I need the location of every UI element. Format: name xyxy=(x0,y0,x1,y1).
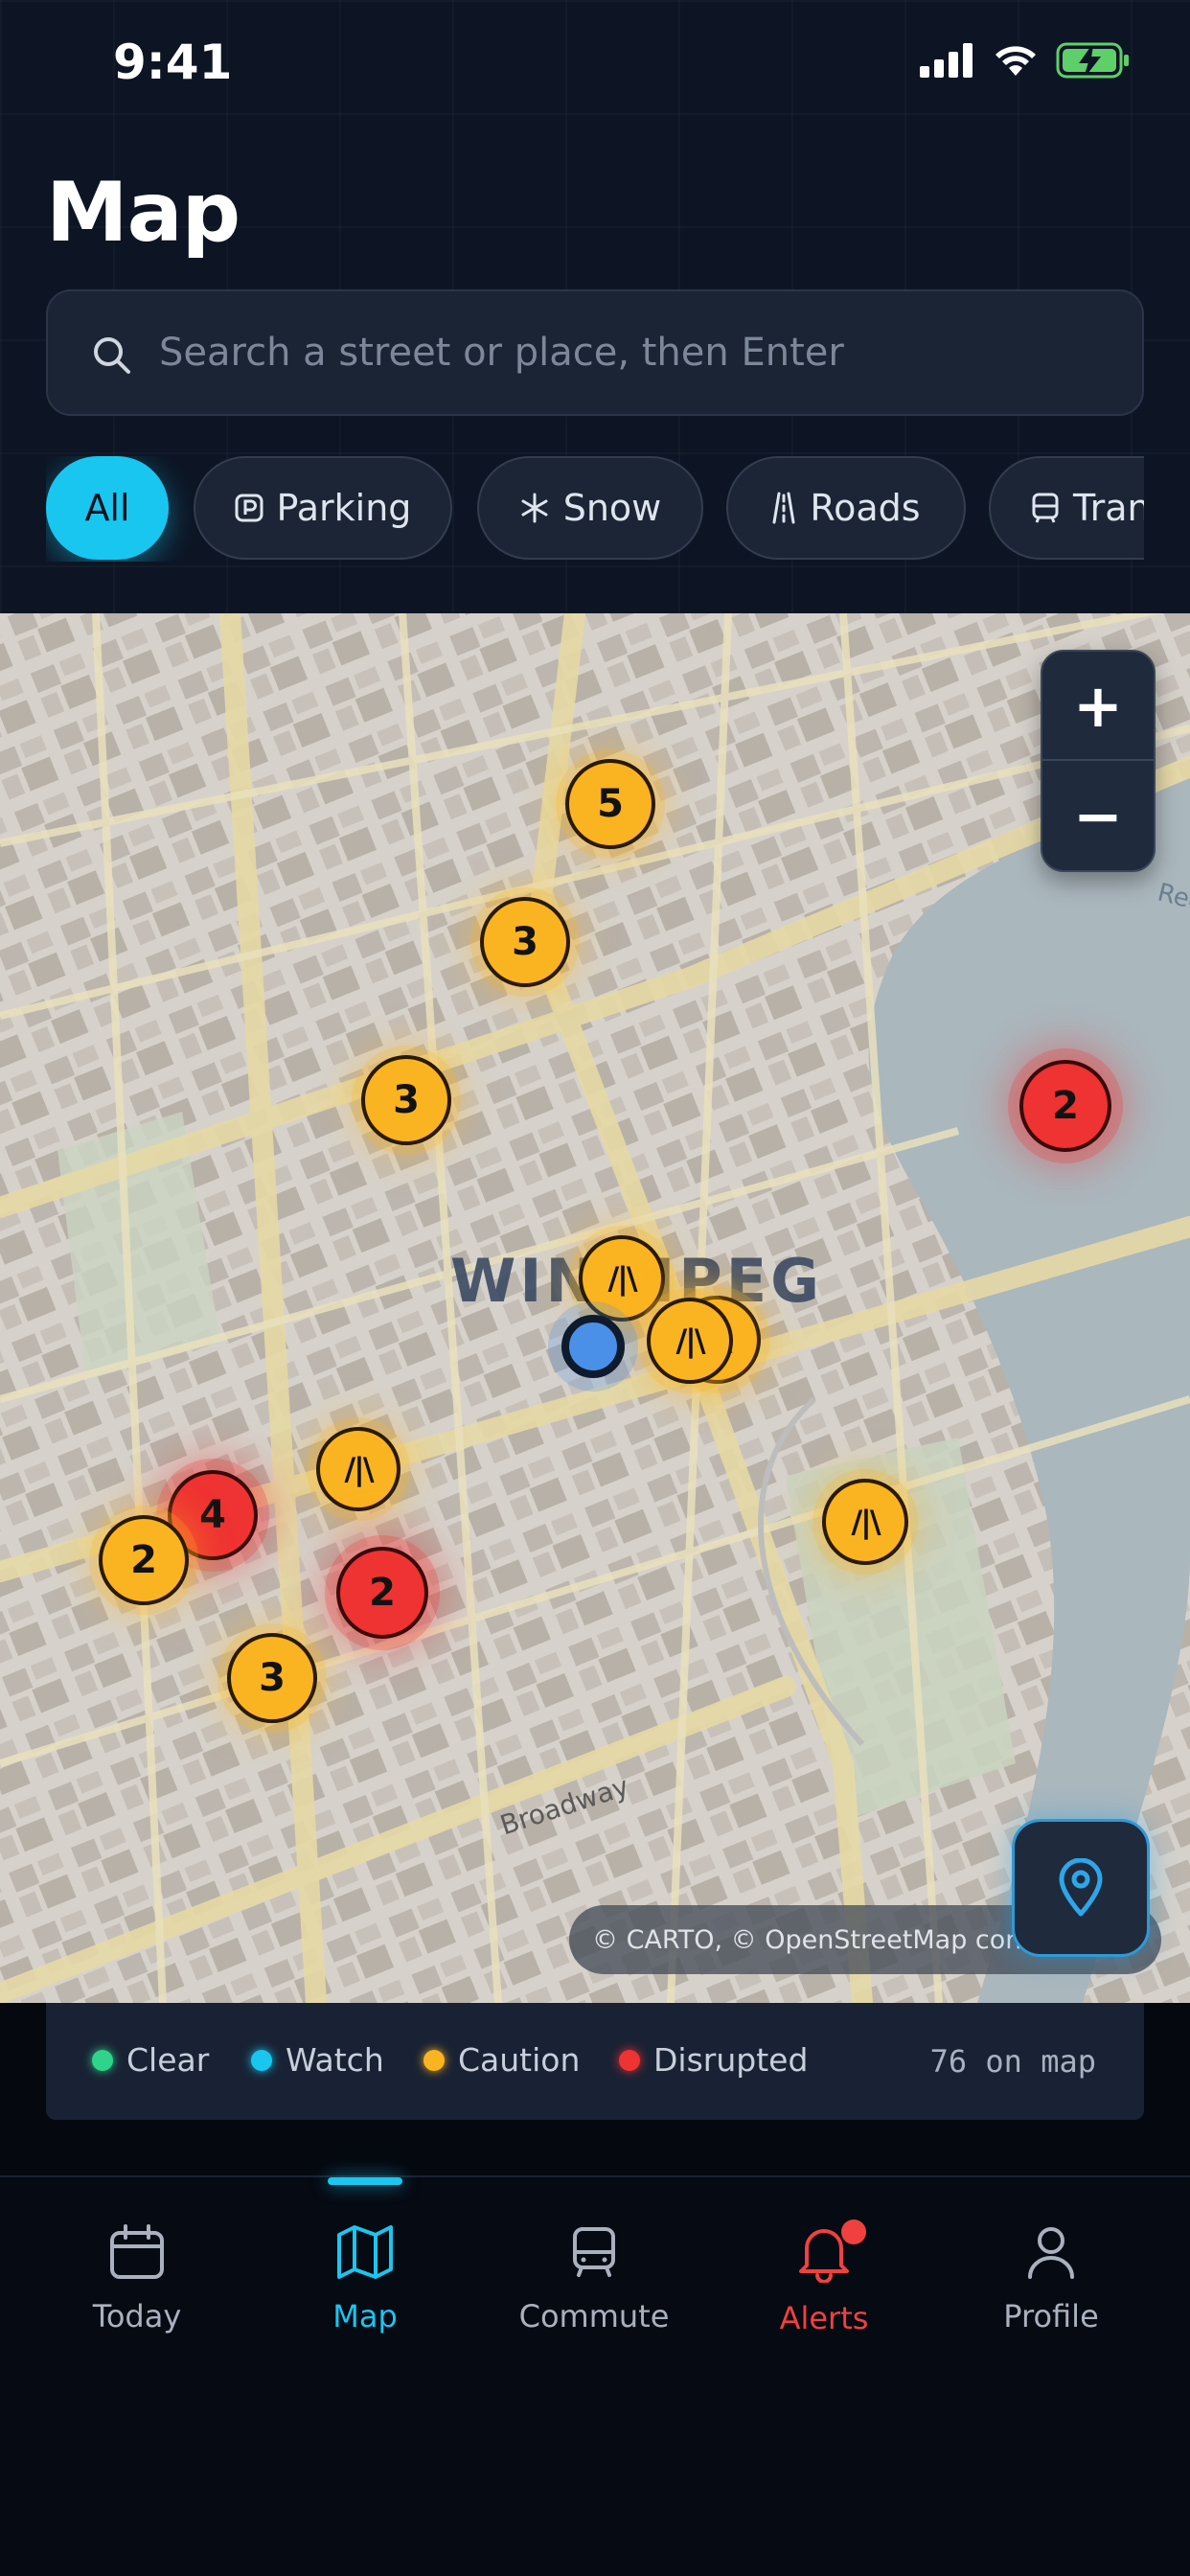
marker-label: /|\ xyxy=(344,1451,374,1487)
filter-chip-snow[interactable]: Snow xyxy=(477,456,703,560)
marker-label: 2 xyxy=(130,1538,157,1582)
alert-badge xyxy=(841,2220,866,2244)
legend-dot xyxy=(92,2049,113,2071)
tab-profile[interactable]: Profile xyxy=(955,2223,1147,2358)
page-title: Map xyxy=(46,165,240,261)
map-marker-road[interactable]: /|\ xyxy=(579,1235,665,1322)
marker-label: 3 xyxy=(512,920,538,964)
filter-chip-label: Parking xyxy=(276,487,412,529)
filter-chip-label: Roads xyxy=(810,487,921,529)
user-location-dot xyxy=(561,1315,625,1378)
legend-item-caution: Caution xyxy=(423,2041,580,2079)
legend-count: 76 on map xyxy=(929,2043,1096,2080)
map-marker-cluster[interactable]: 3 xyxy=(480,897,570,987)
map-marker-cluster[interactable]: 2 xyxy=(336,1547,428,1639)
map-view[interactable]: Red WINNIPEG Broadway 5 3 3 2 /|\ /|\ /|… xyxy=(0,613,1190,2003)
profile-icon xyxy=(1028,2227,1074,2279)
filter-chips: All Parking Snow Roads Tran xyxy=(46,456,1144,562)
zoom-in-button[interactable]: + xyxy=(1042,652,1154,761)
calendar-icon xyxy=(110,2224,164,2279)
zoom-control: + − xyxy=(1041,650,1156,872)
map-marker-cluster[interactable]: 3 xyxy=(361,1055,451,1145)
status-time: 9:41 xyxy=(113,34,233,90)
map-marker-cluster[interactable]: 2 xyxy=(99,1515,189,1605)
map-marker-road[interactable]: /|\ xyxy=(647,1298,733,1384)
legend-dot xyxy=(619,2049,640,2071)
marker-label: 2 xyxy=(1052,1084,1079,1128)
map-marker-cluster[interactable]: 2 xyxy=(1019,1060,1111,1152)
marker-label: 5 xyxy=(597,782,624,826)
locate-me-button[interactable] xyxy=(1012,1819,1150,1957)
marker-label: /|\ xyxy=(607,1260,637,1297)
tab-label: Commute xyxy=(518,2298,670,2334)
filter-chip-transit[interactable]: Transit xyxy=(989,456,1144,560)
legend-dot xyxy=(251,2049,272,2071)
snowflake-icon xyxy=(521,493,548,523)
map-marker-road[interactable]: /|\ xyxy=(316,1427,400,1511)
tab-label: Today xyxy=(92,2298,182,2334)
legend-label: Clear xyxy=(126,2041,210,2079)
filter-chip-label: Transit xyxy=(1073,487,1144,529)
filter-chip-roads[interactable]: Roads xyxy=(726,456,966,560)
wifi-icon xyxy=(995,46,1036,76)
header-area: 9:41 Map Search a street or place, then … xyxy=(0,0,1190,613)
filter-chip-parking[interactable]: Parking xyxy=(194,456,452,560)
location-pin-icon xyxy=(1059,1858,1103,1917)
zoom-out-button[interactable]: − xyxy=(1042,761,1154,870)
bus-icon xyxy=(1032,493,1059,523)
tab-alerts[interactable]: Alerts xyxy=(728,2220,920,2358)
map-marker-road[interactable]: /|\ xyxy=(822,1479,908,1565)
search-bar[interactable] xyxy=(46,289,1144,416)
marker-label: /|\ xyxy=(675,1322,705,1359)
legend-label: Watch xyxy=(286,2041,384,2079)
tab-today[interactable]: Today xyxy=(41,2223,233,2358)
legend-item-disrupted: Disrupted xyxy=(619,2041,808,2079)
tab-active-indicator xyxy=(328,2177,402,2185)
tab-label: Profile xyxy=(1003,2298,1099,2334)
legend-dot xyxy=(423,2049,445,2071)
filter-chip-all[interactable]: All xyxy=(46,456,169,560)
filter-chip-label: Snow xyxy=(562,487,662,529)
road-icon xyxy=(772,492,795,524)
map-marker-cluster[interactable]: 3 xyxy=(227,1633,317,1723)
tab-commute[interactable]: Commute xyxy=(498,2223,690,2358)
tab-label: Alerts xyxy=(779,2300,869,2336)
signal-icon xyxy=(920,43,973,78)
parking-icon xyxy=(235,494,263,522)
map-legend: Clear Watch Caution Disrupted 76 on map xyxy=(46,2003,1144,2120)
legend-item-watch: Watch xyxy=(251,2041,384,2079)
marker-label: 3 xyxy=(393,1078,420,1122)
tab-map[interactable]: Map xyxy=(269,2223,461,2358)
filter-chip-label: All xyxy=(84,487,130,529)
legend-label: Caution xyxy=(458,2041,581,2079)
marker-label: /|\ xyxy=(851,1504,881,1540)
marker-label: 4 xyxy=(199,1493,226,1537)
status-icons xyxy=(920,42,1131,79)
status-bar: 9:41 xyxy=(0,0,1190,125)
search-input[interactable] xyxy=(159,312,1117,393)
marker-label: 2 xyxy=(369,1571,396,1615)
marker-label: 3 xyxy=(259,1656,286,1700)
battery-charging-icon xyxy=(1056,42,1129,79)
map-icon xyxy=(337,2225,393,2279)
search-icon xyxy=(94,337,130,374)
map-marker-cluster[interactable]: 5 xyxy=(565,759,655,849)
legend-item-clear: Clear xyxy=(92,2041,209,2079)
tab-label: Map xyxy=(332,2298,398,2334)
legend-label: Disrupted xyxy=(653,2041,809,2079)
bus-icon xyxy=(573,2227,615,2277)
